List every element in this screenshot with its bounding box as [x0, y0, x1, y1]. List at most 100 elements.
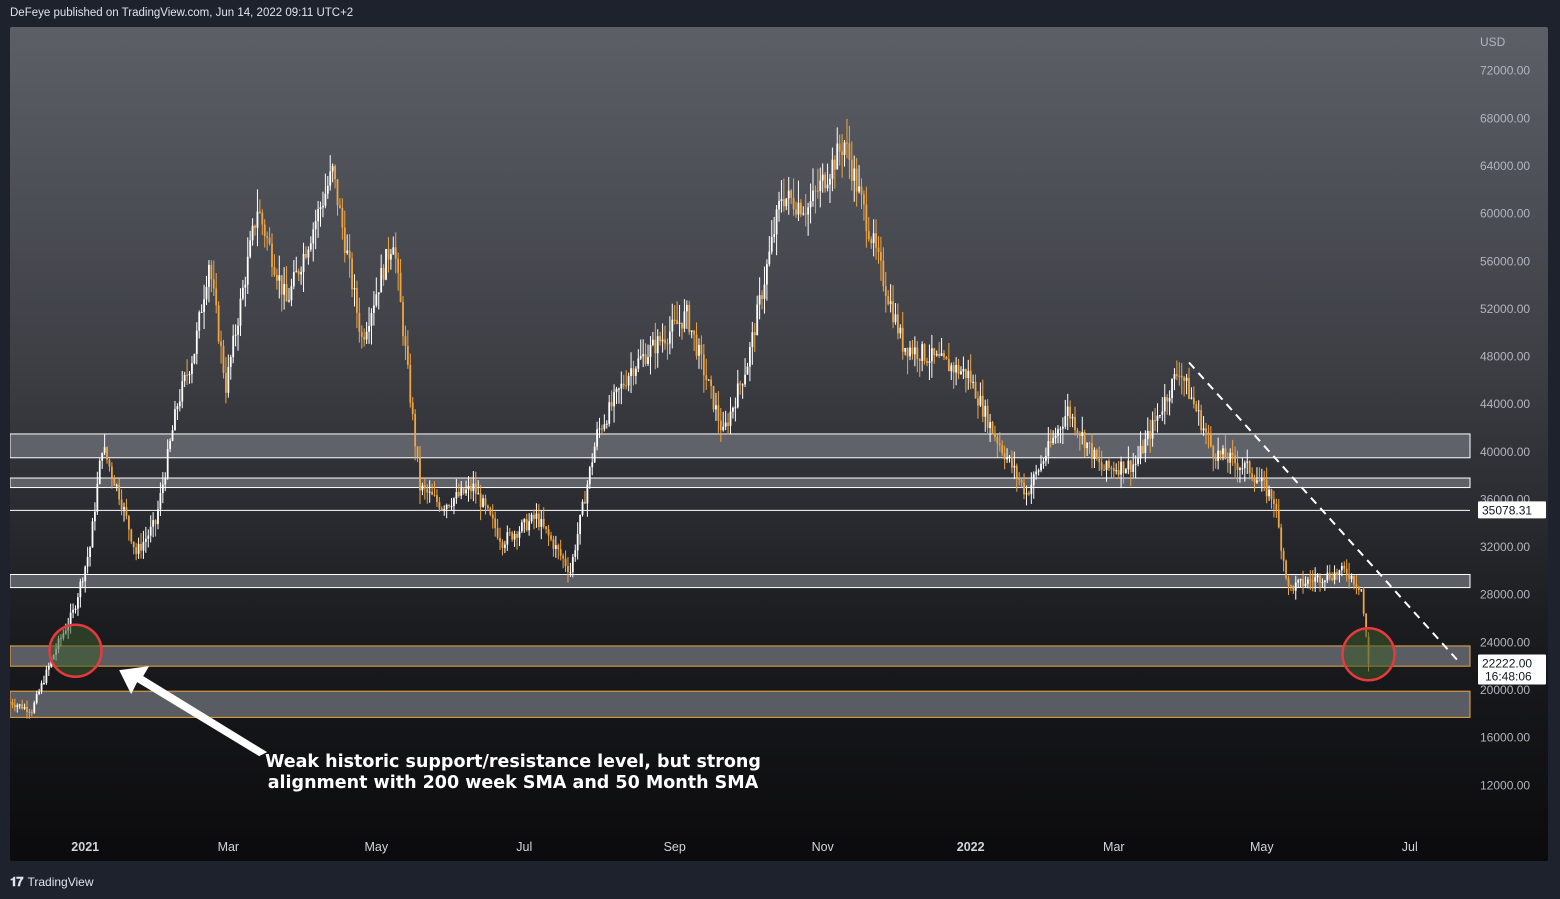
chart-area[interactable]: Weak historic support/resistance level, … — [10, 27, 1548, 861]
candle-body — [615, 388, 618, 393]
candle-body — [280, 275, 283, 295]
candle-body — [16, 705, 19, 708]
candle-body — [72, 609, 74, 613]
candle-body — [770, 236, 773, 252]
y-tick-label: 72000.00 — [1480, 64, 1530, 78]
candle-body — [535, 513, 538, 519]
candle-body — [872, 233, 875, 244]
candle-body — [74, 608, 77, 610]
candle-body — [508, 532, 511, 534]
candle-body — [1025, 493, 1028, 495]
candle-body — [431, 491, 434, 495]
candle-body — [455, 492, 458, 499]
candle-body — [1071, 416, 1074, 419]
candle-body — [244, 284, 247, 288]
candle-body — [576, 533, 579, 551]
zone-band — [10, 690, 1471, 718]
candle-body — [1132, 464, 1135, 472]
candle-body — [884, 286, 887, 297]
candle-body — [853, 168, 856, 181]
candle-body — [1110, 467, 1113, 469]
candle-body — [1205, 428, 1207, 433]
candle-body — [212, 279, 215, 289]
candle-body — [678, 322, 681, 324]
candle-body — [807, 207, 810, 215]
candle-body — [918, 359, 921, 361]
candle-body — [744, 374, 746, 385]
candle-body — [668, 331, 671, 344]
candle-body — [1052, 437, 1055, 443]
candle-body — [1003, 453, 1006, 460]
candle-body — [1309, 579, 1312, 581]
candle-body — [290, 286, 293, 301]
candle-body — [1040, 463, 1042, 471]
candle-body — [365, 331, 368, 340]
candle-body — [707, 379, 710, 381]
candle-body — [1178, 375, 1181, 377]
candle-body — [402, 302, 404, 337]
candle-body — [1294, 582, 1297, 591]
candle-body — [598, 428, 601, 430]
candle-body — [676, 320, 679, 324]
candle-body — [409, 364, 412, 403]
candle-body — [283, 284, 286, 295]
candle-body — [758, 295, 761, 305]
candle-body — [877, 247, 880, 253]
candle-body — [610, 402, 613, 407]
candle-body — [952, 365, 955, 373]
candle-body — [43, 682, 45, 684]
y-tick-label: 40000.00 — [1480, 445, 1530, 459]
price-chart[interactable]: Weak historic support/resistance level, … — [10, 27, 1548, 861]
candle-body — [989, 422, 991, 429]
candle-body — [1314, 577, 1317, 582]
candle-body — [113, 477, 116, 486]
candle-body — [1175, 374, 1178, 376]
candle-body — [1340, 565, 1343, 571]
candle-body — [974, 381, 977, 399]
candle-body — [106, 447, 108, 460]
candle-body — [785, 198, 788, 207]
candle-body — [1173, 374, 1176, 380]
candle-body — [921, 344, 924, 361]
candle-body — [634, 368, 637, 376]
candle-body — [1018, 477, 1021, 481]
candle-body — [1144, 439, 1147, 454]
candle-body — [804, 213, 807, 215]
candle-body — [773, 234, 776, 237]
candle-body — [1190, 397, 1193, 399]
candle-body — [816, 190, 819, 192]
candle-body — [1258, 480, 1261, 482]
candle-body — [848, 143, 851, 160]
candle-body — [125, 507, 128, 516]
candle-body — [1273, 499, 1275, 504]
candle-body — [300, 271, 303, 275]
candle-body — [1319, 575, 1321, 583]
candle-body — [394, 247, 397, 259]
candle-body — [1270, 489, 1273, 500]
candle-body — [1256, 480, 1258, 483]
footer-brand[interactable]: TradingView — [27, 875, 93, 889]
candle-body — [826, 184, 829, 189]
candle-body — [1095, 449, 1098, 459]
candle-body — [887, 296, 890, 305]
candle-body — [1234, 455, 1237, 464]
candle-body — [761, 295, 763, 299]
candle-body — [234, 334, 237, 336]
candle-body — [428, 491, 431, 493]
candle-body — [858, 186, 860, 192]
candle-body — [174, 409, 176, 431]
candle-body — [955, 364, 958, 373]
candle-body — [1287, 578, 1290, 586]
candle-body — [802, 213, 805, 215]
candle-body — [1292, 586, 1295, 591]
candle-body — [331, 165, 334, 172]
candle-body — [110, 466, 113, 478]
candle-body — [414, 414, 417, 447]
candle-body — [1134, 463, 1137, 465]
tradingview-logo-icon[interactable]: 𝟏𝟕 — [10, 874, 24, 890]
candle-body — [292, 272, 295, 287]
candle-body — [397, 258, 400, 273]
candle-body — [96, 483, 99, 512]
candle-body — [416, 446, 419, 458]
candle-body — [1248, 461, 1251, 474]
